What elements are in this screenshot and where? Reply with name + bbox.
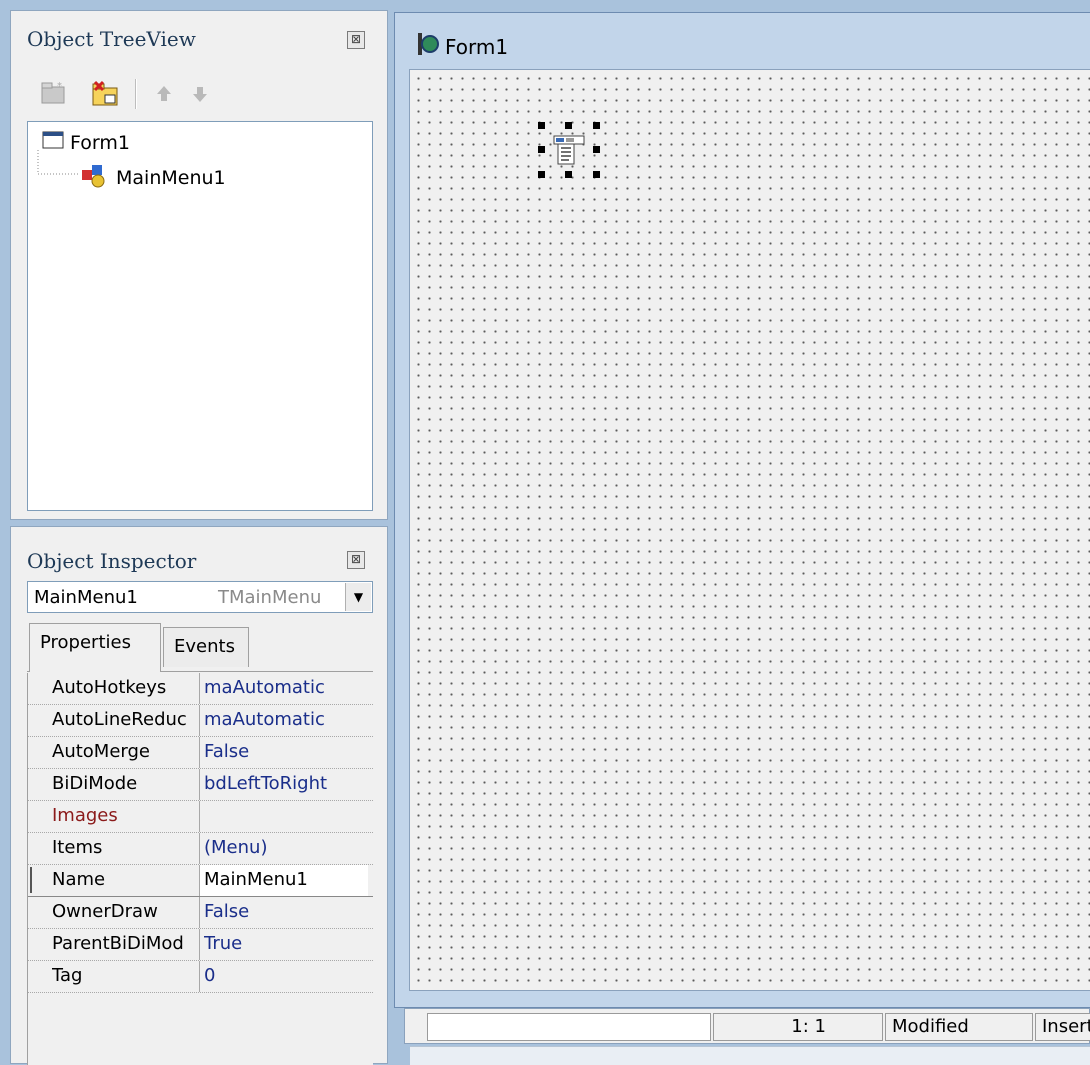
tab-events[interactable]: Events — [163, 627, 249, 667]
column-divider — [199, 705, 200, 736]
selection-handle[interactable] — [538, 122, 545, 129]
column-divider — [199, 897, 200, 928]
property-name: AutoLineReduc — [52, 709, 187, 730]
move-up-icon[interactable] — [147, 77, 181, 111]
property-row-selected[interactable]: Name MainMenu1 — [28, 865, 373, 897]
cursor-position: 1: 1 — [713, 1013, 883, 1041]
column-divider — [199, 673, 200, 704]
statusbar-message-cell — [427, 1013, 711, 1041]
column-divider — [199, 769, 200, 800]
delphi-form-icon — [415, 31, 441, 62]
chevron-down-icon[interactable]: ▼ — [345, 583, 371, 611]
column-divider — [199, 961, 200, 992]
new-item-icon[interactable]: * — [37, 77, 71, 111]
close-icon[interactable]: ⊠ — [347, 31, 365, 49]
property-row[interactable]: BiDiMode bdLeftToRight — [28, 769, 373, 801]
property-row[interactable]: AutoHotkeys maAutomatic — [28, 673, 373, 705]
property-row[interactable]: Items (Menu) — [28, 833, 373, 865]
property-value[interactable]: False — [204, 901, 372, 922]
form-design-surface[interactable] — [409, 69, 1090, 991]
form-icon — [42, 130, 64, 155]
move-down-icon[interactable] — [183, 77, 217, 111]
inspector-title: Object Inspector — [27, 549, 197, 573]
column-divider — [199, 929, 200, 960]
property-name: BiDiMode — [52, 773, 138, 794]
selection-handle[interactable] — [538, 146, 545, 153]
form-title: Form1 — [445, 34, 509, 59]
editor-statusbar: 1: 1 Modified Insert — [404, 1008, 1090, 1044]
property-value[interactable]: maAutomatic — [204, 709, 372, 730]
mainmenu-component-icon — [552, 134, 586, 171]
object-inspector-panel: Object Inspector ⊠ MainMenu1 TMainMenu ▼… — [10, 526, 388, 1065]
selection-marker — [30, 867, 35, 893]
property-value[interactable]: bdLeftToRight — [204, 773, 372, 794]
treeview-toolbar: * — [27, 73, 373, 119]
property-name: Name — [52, 869, 106, 890]
property-value[interactable]: True — [204, 933, 372, 954]
property-name: AutoMerge — [52, 741, 150, 762]
property-value[interactable]: False — [204, 741, 372, 762]
property-name: OwnerDraw — [52, 901, 158, 922]
form-designer-window[interactable]: Form1 — [394, 12, 1090, 1008]
property-grid: AutoHotkeys maAutomatic AutoLineReduc ma… — [27, 673, 373, 1065]
modified-indicator: Modified — [885, 1013, 1033, 1041]
object-selector-combo[interactable]: MainMenu1 TMainMenu ▼ — [27, 581, 373, 613]
selection-handle[interactable] — [565, 122, 572, 129]
property-name: Items — [52, 837, 103, 858]
selection-handle[interactable] — [593, 171, 600, 178]
property-value[interactable]: maAutomatic — [204, 677, 372, 698]
property-value[interactable]: (Menu) — [204, 837, 372, 858]
property-row[interactable]: ParentBiDiMod True — [28, 929, 373, 961]
property-row[interactable]: OwnerDraw False — [28, 897, 373, 929]
property-row[interactable]: AutoLineReduc maAutomatic — [28, 705, 373, 737]
tree-node-label: MainMenu1 — [116, 166, 226, 189]
object-treeview-panel: Object TreeView ⊠ * Form1 MainMenu1 — [10, 10, 388, 520]
selected-object-name: MainMenu1 — [34, 587, 138, 608]
column-divider — [199, 801, 200, 832]
tab-properties[interactable]: Properties — [29, 623, 161, 672]
property-value-editor[interactable]: MainMenu1 — [200, 865, 368, 896]
property-row[interactable]: Tag 0 — [28, 961, 373, 993]
mainmenu-icon — [80, 162, 110, 193]
selection-handle[interactable] — [538, 171, 545, 178]
svg-text:*: * — [57, 81, 62, 92]
selection-handle[interactable] — [593, 146, 600, 153]
property-name: AutoHotkeys — [52, 677, 167, 698]
inspector-tabs: Properties Events — [27, 623, 373, 672]
insert-mode-indicator: Insert — [1035, 1013, 1090, 1041]
treeview-title: Object TreeView — [27, 27, 196, 51]
close-icon[interactable]: ⊠ — [347, 551, 365, 569]
bottom-strip — [410, 1046, 1090, 1065]
selected-object-type: TMainMenu — [218, 587, 322, 608]
property-value[interactable]: 0 — [204, 965, 372, 986]
delete-item-icon[interactable] — [89, 77, 123, 111]
form-caption: Form1 — [415, 31, 508, 62]
property-name: Tag — [52, 965, 83, 986]
property-name: Images — [52, 805, 118, 826]
tree-node-mainmenu1[interactable]: MainMenu1 — [80, 162, 226, 193]
mainmenu-component[interactable] — [538, 122, 600, 178]
property-row[interactable]: Images — [28, 801, 373, 833]
column-divider — [199, 833, 200, 864]
tree-node-form1[interactable]: Form1 — [42, 130, 130, 155]
selection-handle[interactable] — [565, 171, 572, 178]
toolbar-separator — [135, 79, 137, 109]
column-divider — [199, 737, 200, 768]
property-row[interactable]: AutoMerge False — [28, 737, 373, 769]
tree-node-label: Form1 — [70, 131, 130, 154]
object-tree[interactable]: Form1 MainMenu1 — [27, 121, 373, 511]
property-name: ParentBiDiMod — [52, 933, 184, 954]
selection-handle[interactable] — [593, 122, 600, 129]
